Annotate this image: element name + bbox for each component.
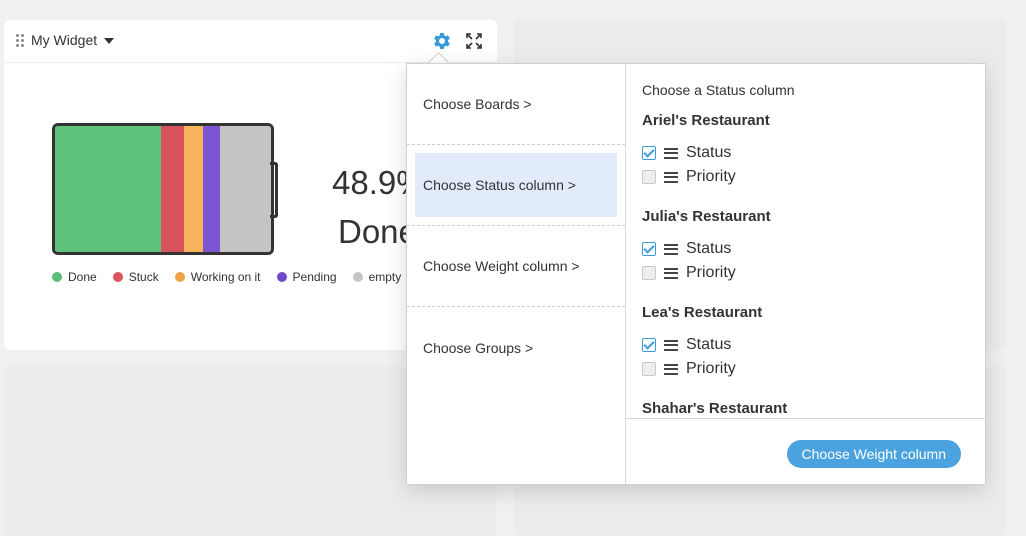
- battery-segment-stuck: [160, 126, 184, 252]
- column-type-icon: [664, 147, 678, 159]
- settings-menu: Choose Boards > Choose Status column > Cho…: [407, 64, 626, 484]
- status-column-panel: Choose a Status column Ariel's Restauran…: [626, 64, 985, 418]
- battery-legend: Done Stuck Working on it Pending empty: [52, 270, 417, 284]
- popup-footer: Choose Weight column: [626, 418, 985, 485]
- menu-item-choose-status-column[interactable]: Choose Status column >: [407, 145, 625, 226]
- expand-icon[interactable]: [464, 31, 484, 51]
- legend-item: empty: [352, 270, 402, 284]
- caret-down-icon[interactable]: [104, 38, 114, 44]
- column-label: Priority: [686, 360, 736, 377]
- battery-segment-working-on-it: [183, 126, 203, 252]
- legend-dot: [276, 272, 287, 282]
- column-type-icon: [664, 339, 678, 351]
- column-label: Priority: [686, 264, 736, 281]
- legend-label: Working on it: [190, 270, 261, 284]
- column-option-status[interactable]: Status: [642, 144, 731, 162]
- legend-dot: [52, 272, 62, 282]
- column-option-status[interactable]: Status: [642, 240, 731, 258]
- column-checkbox[interactable]: [642, 338, 656, 352]
- menu-item-choose-boards[interactable]: Choose Boards >: [407, 64, 625, 145]
- legend-dot: [174, 272, 185, 282]
- column-option-priority[interactable]: Priority: [642, 264, 736, 282]
- legend-item: Pending: [276, 270, 337, 284]
- menu-item-label: Choose Weight column >: [423, 258, 580, 274]
- board-name: Lea's Restaurant: [642, 304, 763, 321]
- legend-item: Stuck: [112, 270, 159, 284]
- column-checkbox[interactable]: [642, 362, 656, 376]
- battery-terminal: [270, 162, 278, 218]
- column-checkbox[interactable]: [642, 266, 656, 280]
- column-option-priority[interactable]: Priority: [642, 360, 736, 378]
- column-type-icon: [664, 363, 678, 375]
- legend-dot: [112, 272, 123, 282]
- status-panel-heading: Choose a Status column: [642, 82, 795, 98]
- board-name: Julia's Restaurant: [642, 208, 771, 225]
- legend-label: Pending: [292, 270, 337, 284]
- menu-item-label: Choose Groups >: [423, 339, 534, 356]
- legend-dot: [352, 272, 363, 282]
- column-option-status[interactable]: Status: [642, 336, 731, 354]
- column-checkbox[interactable]: [642, 170, 656, 184]
- choose-weight-column-button[interactable]: Choose Weight column: [786, 440, 961, 468]
- column-label: Status: [686, 336, 732, 353]
- column-label: Status: [686, 144, 732, 161]
- drag-handle-icon[interactable]: [16, 34, 26, 48]
- legend-label: empty: [368, 270, 402, 284]
- column-type-icon: [664, 267, 678, 279]
- legend-label: Stuck: [128, 270, 159, 284]
- board-name: Shahar's Restaurant: [642, 400, 788, 417]
- column-checkbox[interactable]: [642, 146, 656, 160]
- settings-popup: Choose Boards > Choose Status column > Cho…: [406, 63, 986, 485]
- battery-chart: [52, 123, 274, 255]
- battery-segment-done: [55, 126, 161, 252]
- legend-item: Done: [52, 270, 97, 284]
- legend-item: Working on it: [174, 270, 261, 284]
- menu-item-choose-weight-column[interactable]: Choose Weight column >: [407, 226, 625, 307]
- widget-header: My Widget: [4, 20, 497, 63]
- menu-item-label: Choose Boards >: [423, 96, 532, 112]
- column-type-icon: [664, 243, 678, 255]
- gear-icon[interactable]: [432, 31, 452, 51]
- column-option-priority[interactable]: Priority: [642, 168, 736, 186]
- menu-item-label: Choose Status column >: [423, 177, 576, 193]
- battery-segment-empty: [220, 126, 271, 252]
- column-type-icon: [664, 171, 678, 183]
- column-label: Status: [686, 240, 732, 257]
- battery-segment-pending: [202, 126, 221, 252]
- column-checkbox[interactable]: [642, 242, 656, 256]
- legend-label: Done: [68, 270, 97, 284]
- board-name: Ariel's Restaurant: [642, 112, 770, 129]
- column-label: Priority: [686, 168, 736, 185]
- menu-item-choose-groups[interactable]: Choose Groups >: [407, 307, 625, 388]
- widget-title[interactable]: My Widget: [31, 32, 97, 48]
